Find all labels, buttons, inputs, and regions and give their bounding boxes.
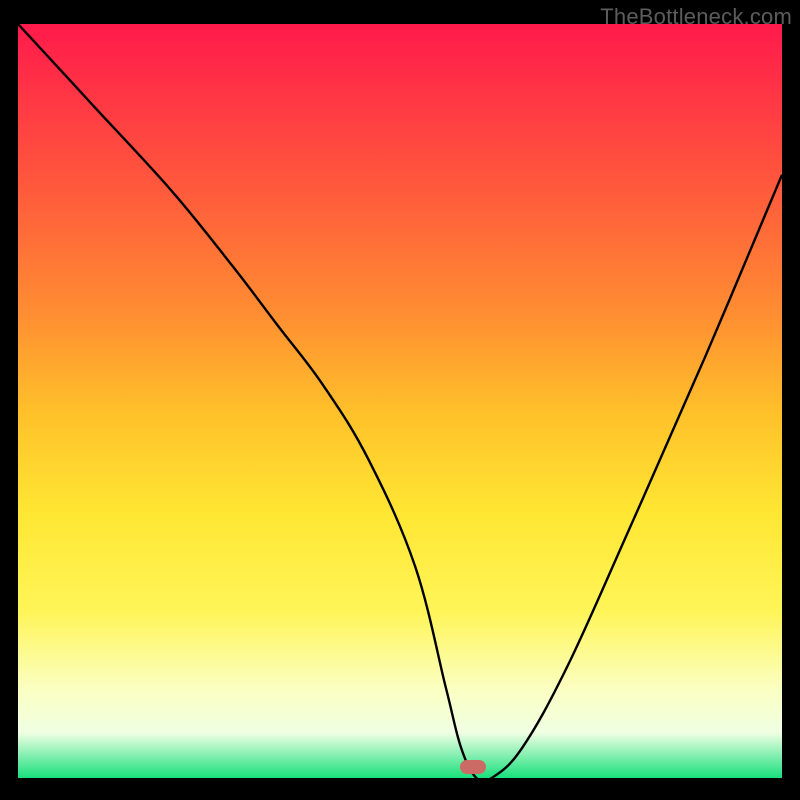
bottleneck-chart [18,24,782,778]
gradient-background [18,24,782,778]
chart-svg [18,24,782,778]
watermark-label: TheBottleneck.com [600,4,792,30]
optimal-marker [460,760,486,774]
